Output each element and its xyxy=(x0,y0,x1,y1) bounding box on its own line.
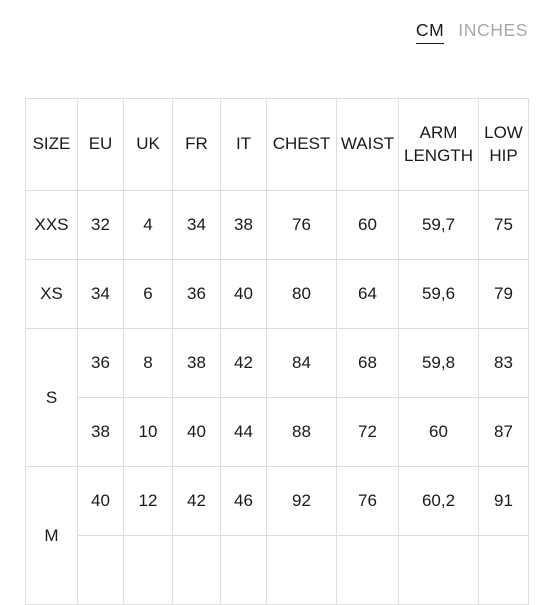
cell-eu: 34 xyxy=(77,259,124,329)
cell-arm-length: 60 xyxy=(398,397,479,467)
cell-waist xyxy=(336,535,399,605)
table-header-row: SIZE EU UK FR IT CHEST WAIST ARM LENGTH … xyxy=(25,98,529,191)
size-table: SIZE EU UK FR IT CHEST WAIST ARM LENGTH … xyxy=(25,98,529,605)
cell-chest: 80 xyxy=(266,259,337,329)
cell-arm-length: 59,8 xyxy=(398,328,479,398)
cell-arm-length: 60,2 xyxy=(398,466,479,536)
cell-eu: 38 xyxy=(77,397,124,467)
cell-chest: 76 xyxy=(266,190,337,260)
unit-option-cm[interactable]: CM xyxy=(415,21,445,44)
cell-eu xyxy=(77,535,124,605)
column-header-size: SIZE xyxy=(25,98,78,191)
arm-length-line-2: LENGTH xyxy=(404,145,473,165)
column-header-chest: CHEST xyxy=(266,98,337,191)
cell-waist: 68 xyxy=(336,328,399,398)
cell-chest: 84 xyxy=(266,328,337,398)
table-body: XXS 32 4 34 38 76 60 59,7 75 XS 34 6 36 … xyxy=(25,190,529,605)
cell-uk: 6 xyxy=(123,259,173,329)
cell-chest: 92 xyxy=(266,466,337,536)
cell-uk xyxy=(123,535,173,605)
cell-eu: 40 xyxy=(77,466,124,536)
cell-it xyxy=(220,535,267,605)
size-label-xs: XS xyxy=(25,259,78,329)
cell-chest xyxy=(266,535,337,605)
unit-toggle[interactable]: CM INCHES xyxy=(415,21,528,44)
column-header-low-hip: LOW HIP xyxy=(478,98,529,191)
column-header-it: IT xyxy=(220,98,267,191)
cell-it: 44 xyxy=(220,397,267,467)
cell-low-hip xyxy=(478,535,529,605)
cell-fr: 34 xyxy=(172,190,221,260)
cell-waist: 76 xyxy=(336,466,399,536)
arm-length-line-1: ARM xyxy=(419,123,458,143)
column-header-uk: UK xyxy=(123,98,173,191)
size-label-m: M xyxy=(25,466,78,605)
column-header-waist: WAIST xyxy=(336,98,399,191)
table-row: S 36 8 38 42 84 68 59,8 83 xyxy=(25,328,529,467)
cell-arm-length: 59,7 xyxy=(398,190,479,260)
cell-eu: 32 xyxy=(77,190,124,260)
table-row: XS 34 6 36 40 80 64 59,6 79 xyxy=(25,259,529,329)
cell-waist: 72 xyxy=(336,397,399,467)
cell-fr: 36 xyxy=(172,259,221,329)
cell-eu: 36 xyxy=(77,328,124,398)
cell-waist: 64 xyxy=(336,259,399,329)
cell-fr: 38 xyxy=(172,328,221,398)
low-hip-line-1: LOW xyxy=(484,123,523,143)
cell-uk: 8 xyxy=(123,328,173,398)
cell-arm-length xyxy=(398,535,479,605)
table-row: XXS 32 4 34 38 76 60 59,7 75 xyxy=(25,190,529,260)
size-label-xxs: XXS xyxy=(25,190,78,260)
cell-fr: 40 xyxy=(172,397,221,467)
cell-it: 38 xyxy=(220,190,267,260)
cell-uk: 4 xyxy=(123,190,173,260)
unit-option-inches[interactable]: INCHES xyxy=(458,21,528,44)
table-row xyxy=(26,535,529,605)
table-row: 38 10 40 44 88 72 60 87 xyxy=(26,397,529,467)
column-header-eu: EU xyxy=(77,98,124,191)
cell-chest: 88 xyxy=(266,397,337,467)
cell-fr xyxy=(172,535,221,605)
table-row: M 40 12 42 46 92 76 60,2 91 xyxy=(25,466,529,605)
cell-arm-length: 59,6 xyxy=(398,259,479,329)
low-hip-line-2: HIP xyxy=(489,145,518,165)
cell-it: 40 xyxy=(220,259,267,329)
cell-fr: 42 xyxy=(172,466,221,536)
cell-it: 46 xyxy=(220,466,267,536)
cell-low-hip: 75 xyxy=(478,190,529,260)
cell-it: 42 xyxy=(220,328,267,398)
column-header-fr: FR xyxy=(172,98,221,191)
cell-low-hip: 79 xyxy=(478,259,529,329)
cell-low-hip: 91 xyxy=(478,466,529,536)
cell-uk: 12 xyxy=(123,466,173,536)
cell-low-hip: 83 xyxy=(478,328,529,398)
column-header-arm-length: ARM LENGTH xyxy=(398,98,479,191)
table-header: SIZE EU UK FR IT CHEST WAIST ARM LENGTH … xyxy=(25,98,529,191)
cell-uk: 10 xyxy=(123,397,173,467)
size-chart: SIZE EU UK FR IT CHEST WAIST ARM LENGTH … xyxy=(25,98,529,605)
size-label-s: S xyxy=(25,328,78,467)
cell-low-hip: 87 xyxy=(478,397,529,467)
cell-waist: 60 xyxy=(336,190,399,260)
